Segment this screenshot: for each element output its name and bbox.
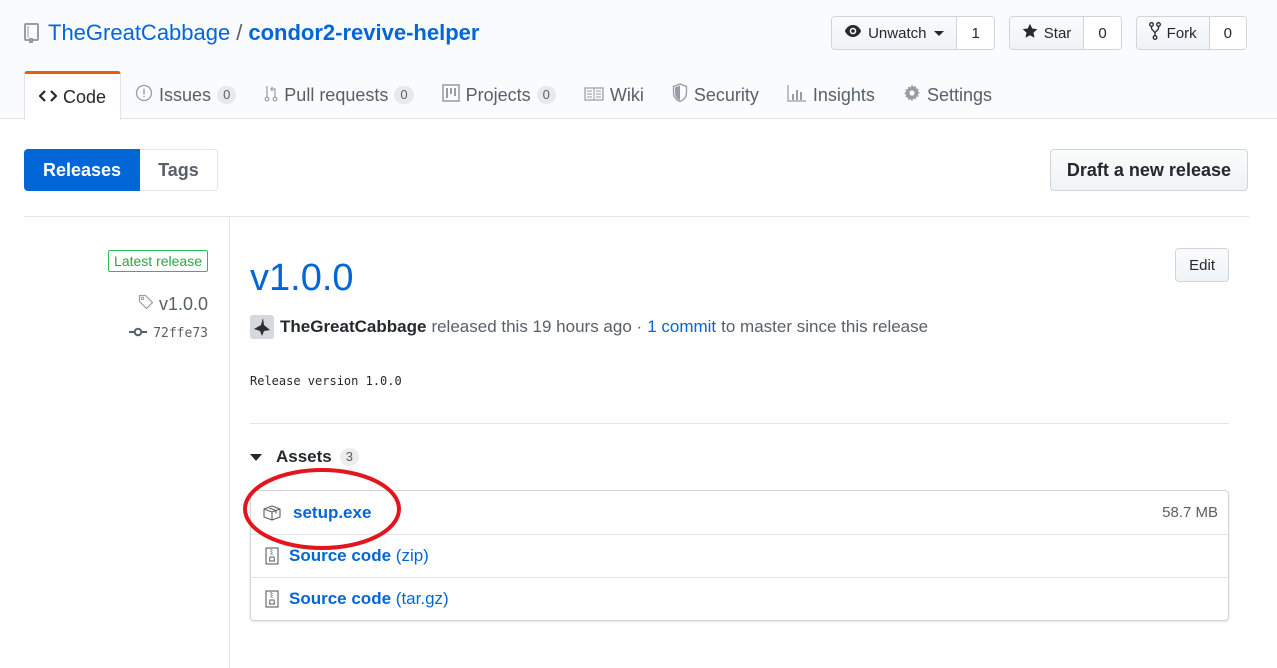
fork-button[interactable]: Fork: [1136, 17, 1210, 49]
tab-issues-label: Issues: [159, 84, 212, 105]
asset-row: Source code (zip): [251, 534, 1228, 577]
released-time-text: released this 19 hours ago ·: [431, 317, 643, 336]
commit-icon: [129, 326, 148, 341]
edit-release-button[interactable]: Edit: [1175, 248, 1229, 282]
tab-insights-label: Insights: [812, 84, 875, 105]
tags-tab[interactable]: Tags: [140, 149, 218, 191]
release-subnav: Releases Tags: [24, 149, 218, 191]
release-byline: TheGreatCabbage released this 19 hours a…: [250, 315, 928, 339]
tab-pull-requests-label: Pull requests: [284, 84, 389, 105]
asset-row: Source code (tar.gz): [251, 577, 1228, 620]
repo-name-link[interactable]: condor2-revive-helper: [248, 20, 479, 46]
repo-book-icon: [24, 22, 40, 44]
asset-name: Source code: [289, 589, 392, 608]
graph-icon: [787, 84, 807, 107]
star-icon: [1022, 23, 1038, 43]
code-icon: [38, 87, 58, 108]
tab-wiki-label: Wiki: [609, 84, 644, 105]
assets-list: setup.exe 58.7 MB Source code (zip) Sour…: [250, 490, 1229, 621]
unwatch-button[interactable]: Unwatch: [832, 17, 958, 49]
releases-tab[interactable]: Releases: [24, 149, 141, 191]
fork-label: Fork: [1166, 24, 1197, 42]
avatar[interactable]: [250, 315, 274, 339]
tab-code-label: Code: [63, 86, 107, 107]
asset-download-link[interactable]: setup.exe: [293, 503, 371, 523]
pull-request-icon: [264, 84, 278, 107]
forks-count[interactable]: 0: [1209, 17, 1246, 49]
tab-settings-label: Settings: [926, 84, 992, 105]
repo-nav: Code Issues 0 Pull requests 0 Projects 0: [24, 71, 1006, 120]
commit-sha: 72ffe73: [153, 326, 208, 341]
assets-counter: 3: [339, 448, 359, 466]
draft-release-button[interactable]: Draft a new release: [1049, 149, 1248, 191]
pull-requests-counter: 0: [394, 86, 414, 104]
tag-icon: [138, 294, 154, 315]
release-author-link[interactable]: TheGreatCabbage: [280, 317, 426, 337]
tab-settings[interactable]: Settings: [889, 71, 1006, 119]
commits-since-link[interactable]: 1 commit: [647, 317, 716, 337]
file-zip-icon: [261, 547, 283, 565]
asset-ext: (zip): [395, 546, 429, 565]
release-title[interactable]: v1.0.0: [250, 257, 354, 300]
release-notes: Release version 1.0.0: [250, 374, 402, 388]
asset-size: 58.7 MB: [1162, 504, 1218, 521]
watch-group: Unwatch 1: [831, 16, 995, 50]
project-icon: [441, 83, 460, 107]
file-zip-icon: [261, 590, 283, 608]
stars-count[interactable]: 0: [1084, 17, 1121, 49]
asset-ext: (tar.gz): [395, 589, 449, 608]
asset-name: setup.exe: [293, 502, 372, 522]
projects-counter: 0: [536, 86, 556, 104]
repo-header: TheGreatCabbage / condor2-revive-helper …: [0, 0, 1277, 120]
repo-separator: /: [236, 20, 243, 45]
release-commit-link[interactable]: 72ffe73: [129, 326, 208, 341]
source-targz-link[interactable]: Source code (tar.gz): [289, 589, 449, 609]
eye-icon: [844, 24, 862, 42]
chevron-down-icon: [934, 30, 945, 36]
shield-icon: [672, 82, 688, 108]
unwatch-label: Unwatch: [868, 24, 927, 42]
star-button[interactable]: Star: [1009, 17, 1085, 49]
issues-counter: 0: [217, 86, 237, 104]
book-icon: [584, 85, 604, 106]
assets-label: Assets: [276, 447, 332, 466]
tab-insights[interactable]: Insights: [773, 71, 889, 119]
release-tag-label: v1.0.0: [158, 294, 208, 314]
repo-owner-link[interactable]: TheGreatCabbage: [48, 20, 230, 46]
package-icon: [261, 504, 283, 521]
section-divider: [24, 216, 1249, 217]
release-tag-link[interactable]: v1.0.0: [138, 294, 208, 315]
star-label: Star: [1043, 24, 1072, 42]
tab-security[interactable]: Security: [658, 71, 773, 119]
commits-since-suffix: to master since this release: [721, 317, 929, 336]
watchers-count[interactable]: 1: [957, 17, 994, 49]
repo-actions: Unwatch 1 Star 0 Fork 0: [831, 16, 1247, 50]
tab-issues[interactable]: Issues 0: [121, 71, 250, 119]
meta-divider: [229, 217, 230, 668]
assets-toggle[interactable]: Assets 3: [250, 447, 359, 467]
tab-projects[interactable]: Projects 0: [428, 71, 570, 119]
fork-icon: [1148, 22, 1161, 44]
latest-release-badge: Latest release: [108, 250, 208, 272]
tab-security-label: Security: [693, 84, 759, 105]
triangle-down-icon: [250, 453, 262, 461]
asset-row: setup.exe 58.7 MB: [251, 491, 1228, 534]
fork-group: Fork 0: [1135, 16, 1247, 50]
release-meta: Latest release v1.0.0 72ffe73: [24, 250, 208, 341]
repo-title: TheGreatCabbage / condor2-revive-helper: [24, 18, 479, 48]
gear-icon: [903, 84, 921, 107]
source-zip-link[interactable]: Source code (zip): [289, 546, 429, 566]
asset-name: Source code: [289, 546, 392, 565]
body-divider: [250, 423, 1229, 424]
issue-icon: [135, 84, 153, 107]
star-group: Star 0: [1008, 16, 1122, 50]
tab-pull-requests[interactable]: Pull requests 0: [250, 71, 427, 119]
tab-code[interactable]: Code: [24, 71, 122, 120]
tab-wiki[interactable]: Wiki: [570, 71, 658, 119]
tab-projects-label: Projects: [465, 84, 531, 105]
